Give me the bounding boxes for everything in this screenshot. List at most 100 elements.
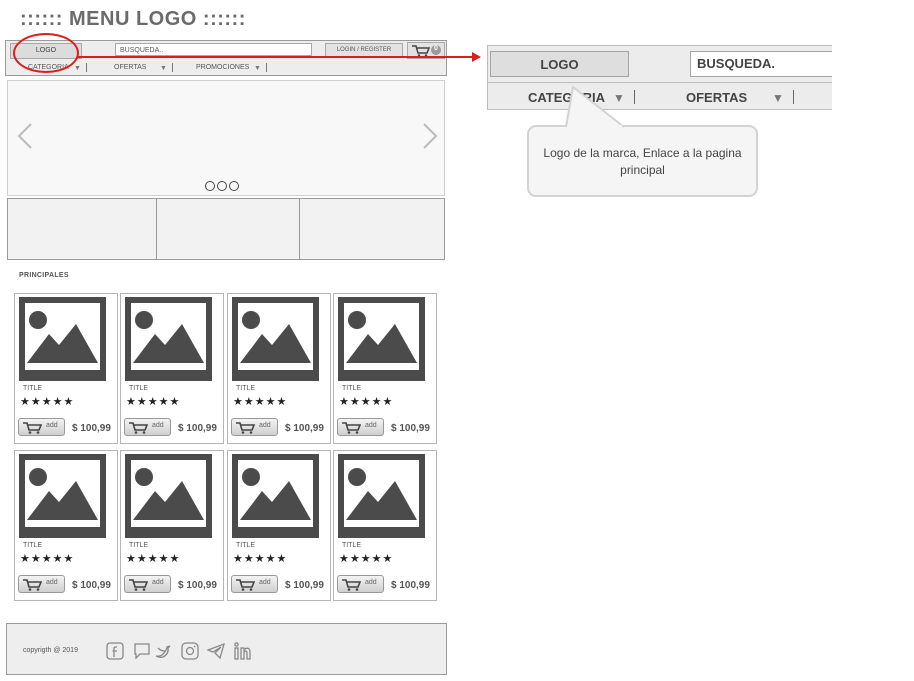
image-icon <box>238 460 313 527</box>
star-rating: ★★★★★ <box>233 396 288 408</box>
product-image-placeholder[interactable] <box>125 454 212 538</box>
menu-separator <box>266 63 267 72</box>
cart-icon <box>23 422 43 434</box>
zoomed-menu-item-ofertas[interactable]: OFERTAS <box>686 90 747 105</box>
section-title: PRINCIPALES <box>19 272 69 279</box>
callout-tail <box>565 85 625 129</box>
banner-box[interactable] <box>7 198 157 260</box>
cart-icon <box>236 422 256 434</box>
callout-bubble: Logo de la marca, Enlace a la pagina pri… <box>527 125 758 197</box>
product-title: TITLE <box>129 385 149 392</box>
twitter-icon[interactable] <box>154 642 172 660</box>
add-to-cart-button[interactable]: add <box>337 418 384 436</box>
image-icon <box>344 303 419 370</box>
add-to-cart-button[interactable]: add <box>124 575 171 593</box>
product-price: $ 100,99 <box>285 423 324 434</box>
menu-item-promociones[interactable]: PROMOCIONES <box>196 64 249 71</box>
banner-box[interactable] <box>299 198 445 260</box>
add-to-cart-button[interactable]: add <box>124 418 171 436</box>
annotation-arrow-head <box>472 52 481 62</box>
chevron-down-icon: ▼ <box>74 65 81 72</box>
image-icon <box>25 303 100 370</box>
zoomed-logo-button[interactable]: LOGO <box>490 51 629 77</box>
zoomed-search-input[interactable]: BUSQUEDA. <box>690 51 832 77</box>
product-image-placeholder[interactable] <box>338 297 425 381</box>
add-to-cart-button[interactable]: add <box>18 418 65 436</box>
product-title: TITLE <box>236 542 256 549</box>
product-price: $ 100,99 <box>178 423 217 434</box>
annotation-arrow-line <box>78 56 478 58</box>
star-rating: ★★★★★ <box>20 553 75 565</box>
chevron-down-icon: ▼ <box>772 91 784 105</box>
product-price: $ 100,99 <box>72 423 111 434</box>
add-to-cart-button[interactable]: add <box>231 575 278 593</box>
cart-icon <box>23 579 43 591</box>
product-card[interactable]: TITLE ★★★★★ add $ 100,99 <box>120 450 224 601</box>
product-price: $ 100,99 <box>285 580 324 591</box>
facebook-icon[interactable] <box>106 642 124 660</box>
add-label: add <box>365 422 377 429</box>
product-price: $ 100,99 <box>391 423 430 434</box>
slider-dot[interactable] <box>229 181 239 191</box>
page-heading: :::::: MENU LOGO :::::: <box>20 8 246 30</box>
product-card[interactable]: TITLE ★★★★★ add $ 100,99 <box>120 293 224 444</box>
product-image-placeholder[interactable] <box>19 454 106 538</box>
cart-icon <box>342 422 362 434</box>
image-icon <box>131 460 206 527</box>
menu-separator <box>86 63 87 72</box>
menu-item-ofertas[interactable]: OFERTAS <box>114 64 146 71</box>
banner-box[interactable] <box>156 198 300 260</box>
chat-icon[interactable] <box>133 642 151 660</box>
product-image-placeholder[interactable] <box>232 454 319 538</box>
product-price: $ 100,99 <box>72 580 111 591</box>
product-image-placeholder[interactable] <box>19 297 106 381</box>
linkedin-icon[interactable] <box>233 642 251 660</box>
product-price: $ 100,99 <box>178 580 217 591</box>
product-card[interactable]: TITLE ★★★★★ add $ 100,99 <box>227 450 331 601</box>
cart-icon <box>129 579 149 591</box>
chevron-down-icon: ▼ <box>160 65 167 72</box>
search-input[interactable]: BUSQUEDA.. <box>115 43 312 56</box>
product-title: TITLE <box>236 385 256 392</box>
chevron-down-icon: ▼ <box>254 65 261 72</box>
add-to-cart-button[interactable]: add <box>337 575 384 593</box>
product-card[interactable]: TITLE ★★★★★ add $ 100,99 <box>14 293 118 444</box>
image-icon <box>25 460 100 527</box>
slider-dots[interactable] <box>205 178 241 196</box>
product-card[interactable]: TITLE ★★★★★ add $ 100,99 <box>14 450 118 601</box>
slider-dot[interactable] <box>205 181 215 191</box>
add-label: add <box>46 422 58 429</box>
chevron-left-icon[interactable] <box>16 122 34 150</box>
slider-dot[interactable] <box>217 181 227 191</box>
image-icon <box>238 303 313 370</box>
add-to-cart-button[interactable]: add <box>18 575 65 593</box>
cart-count-badge: 0 <box>434 45 438 52</box>
star-rating: ★★★★★ <box>126 553 181 565</box>
add-label: add <box>259 579 271 586</box>
copyright-text: copyrigth @ 2019 <box>23 647 78 654</box>
add-label: add <box>152 579 164 586</box>
product-image-placeholder[interactable] <box>338 454 425 538</box>
chevron-right-icon[interactable] <box>421 122 439 150</box>
add-label: add <box>46 579 58 586</box>
product-title: TITLE <box>23 385 43 392</box>
telegram-icon[interactable] <box>207 642 225 660</box>
product-image-placeholder[interactable] <box>232 297 319 381</box>
instagram-icon[interactable] <box>181 642 199 660</box>
zoomed-divider <box>487 82 832 83</box>
product-title: TITLE <box>342 542 362 549</box>
product-card[interactable]: TITLE ★★★★★ add $ 100,99 <box>333 450 437 601</box>
star-rating: ★★★★★ <box>339 396 394 408</box>
product-title: TITLE <box>129 542 149 549</box>
add-to-cart-button[interactable]: add <box>231 418 278 436</box>
cart-icon <box>342 579 362 591</box>
product-card[interactable]: TITLE ★★★★★ add $ 100,99 <box>227 293 331 444</box>
logo-highlight-circle <box>13 33 79 73</box>
product-title: TITLE <box>342 385 362 392</box>
menu-separator <box>793 90 794 104</box>
product-image-placeholder[interactable] <box>125 297 212 381</box>
cart-icon <box>236 579 256 591</box>
product-title: TITLE <box>23 542 43 549</box>
image-icon <box>131 303 206 370</box>
product-card[interactable]: TITLE ★★★★★ add $ 100,99 <box>333 293 437 444</box>
